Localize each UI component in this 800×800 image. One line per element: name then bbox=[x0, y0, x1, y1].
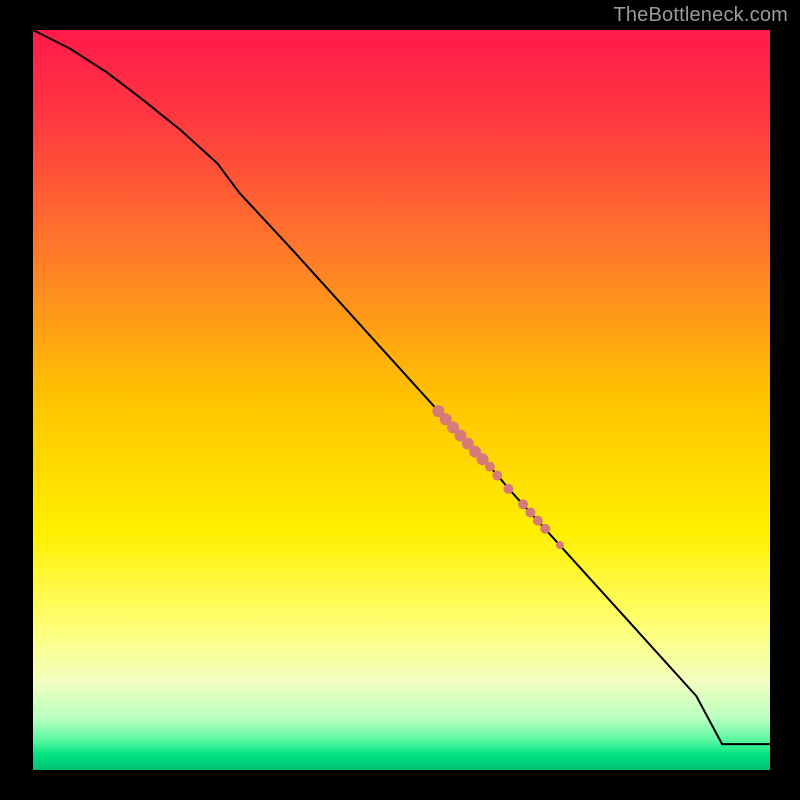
chart-svg bbox=[0, 0, 800, 800]
highlight-point bbox=[540, 524, 550, 534]
highlight-point bbox=[518, 499, 528, 509]
highlight-point bbox=[556, 541, 564, 549]
chart-frame: TheBottleneck.com bbox=[0, 0, 800, 800]
highlight-point bbox=[485, 462, 495, 472]
highlight-point bbox=[503, 484, 513, 494]
gradient-plot-background bbox=[33, 30, 770, 770]
watermark-text: TheBottleneck.com bbox=[613, 4, 788, 27]
highlight-point bbox=[525, 507, 535, 517]
highlight-point bbox=[492, 470, 502, 480]
highlight-point bbox=[533, 516, 543, 526]
